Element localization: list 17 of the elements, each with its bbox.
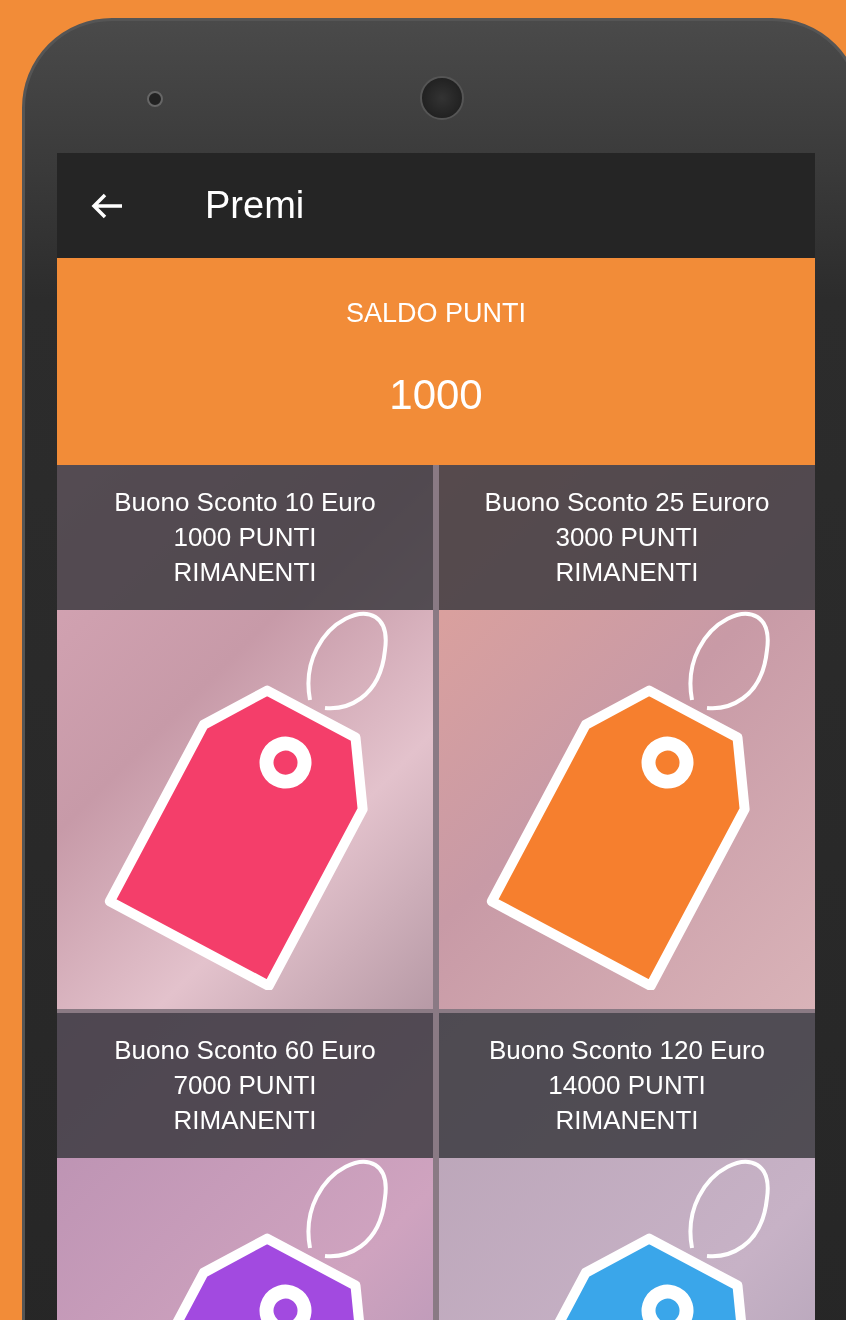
balance-value: 1000 <box>389 371 483 419</box>
speaker-icon <box>420 76 464 120</box>
reward-points: 7000 PUNTI RIMANENTI <box>172 1069 318 1137</box>
reward-points: 14000 PUNTI RIMANENTI <box>547 1069 707 1137</box>
reward-title: Buono Sconto 25 Euroro <box>484 486 770 519</box>
screen-title: Premi <box>205 184 305 227</box>
reward-card[interactable]: Buono Sconto 10 Euro 1000 PUNTI RIMANENTI <box>57 465 433 1009</box>
reward-card[interactable]: Buono Sconto 120 Euro 14000 PUNTI RIMANENTI <box>439 1013 815 1320</box>
reward-card[interactable]: Buono Sconto 60 Euro 7000 PUNTI RIMANENTI <box>57 1013 433 1320</box>
balance-label: SALDO PUNTI <box>345 298 526 329</box>
reward-points: 1000 PUNTI RIMANENTI <box>172 521 318 589</box>
reward-points: 3000 PUNTI RIMANENTI <box>554 521 700 589</box>
reward-title: Buono Sconto 10 Euro <box>114 486 376 519</box>
reward-title: Buono Sconto 60 Euro <box>114 1034 376 1067</box>
reward-card[interactable]: Buono Sconto 25 Euroro 3000 PUNTI RIMANENTI <box>439 465 815 1009</box>
reward-title: Buono Sconto 120 Euro <box>488 1034 766 1067</box>
camera-icon <box>147 91 163 107</box>
